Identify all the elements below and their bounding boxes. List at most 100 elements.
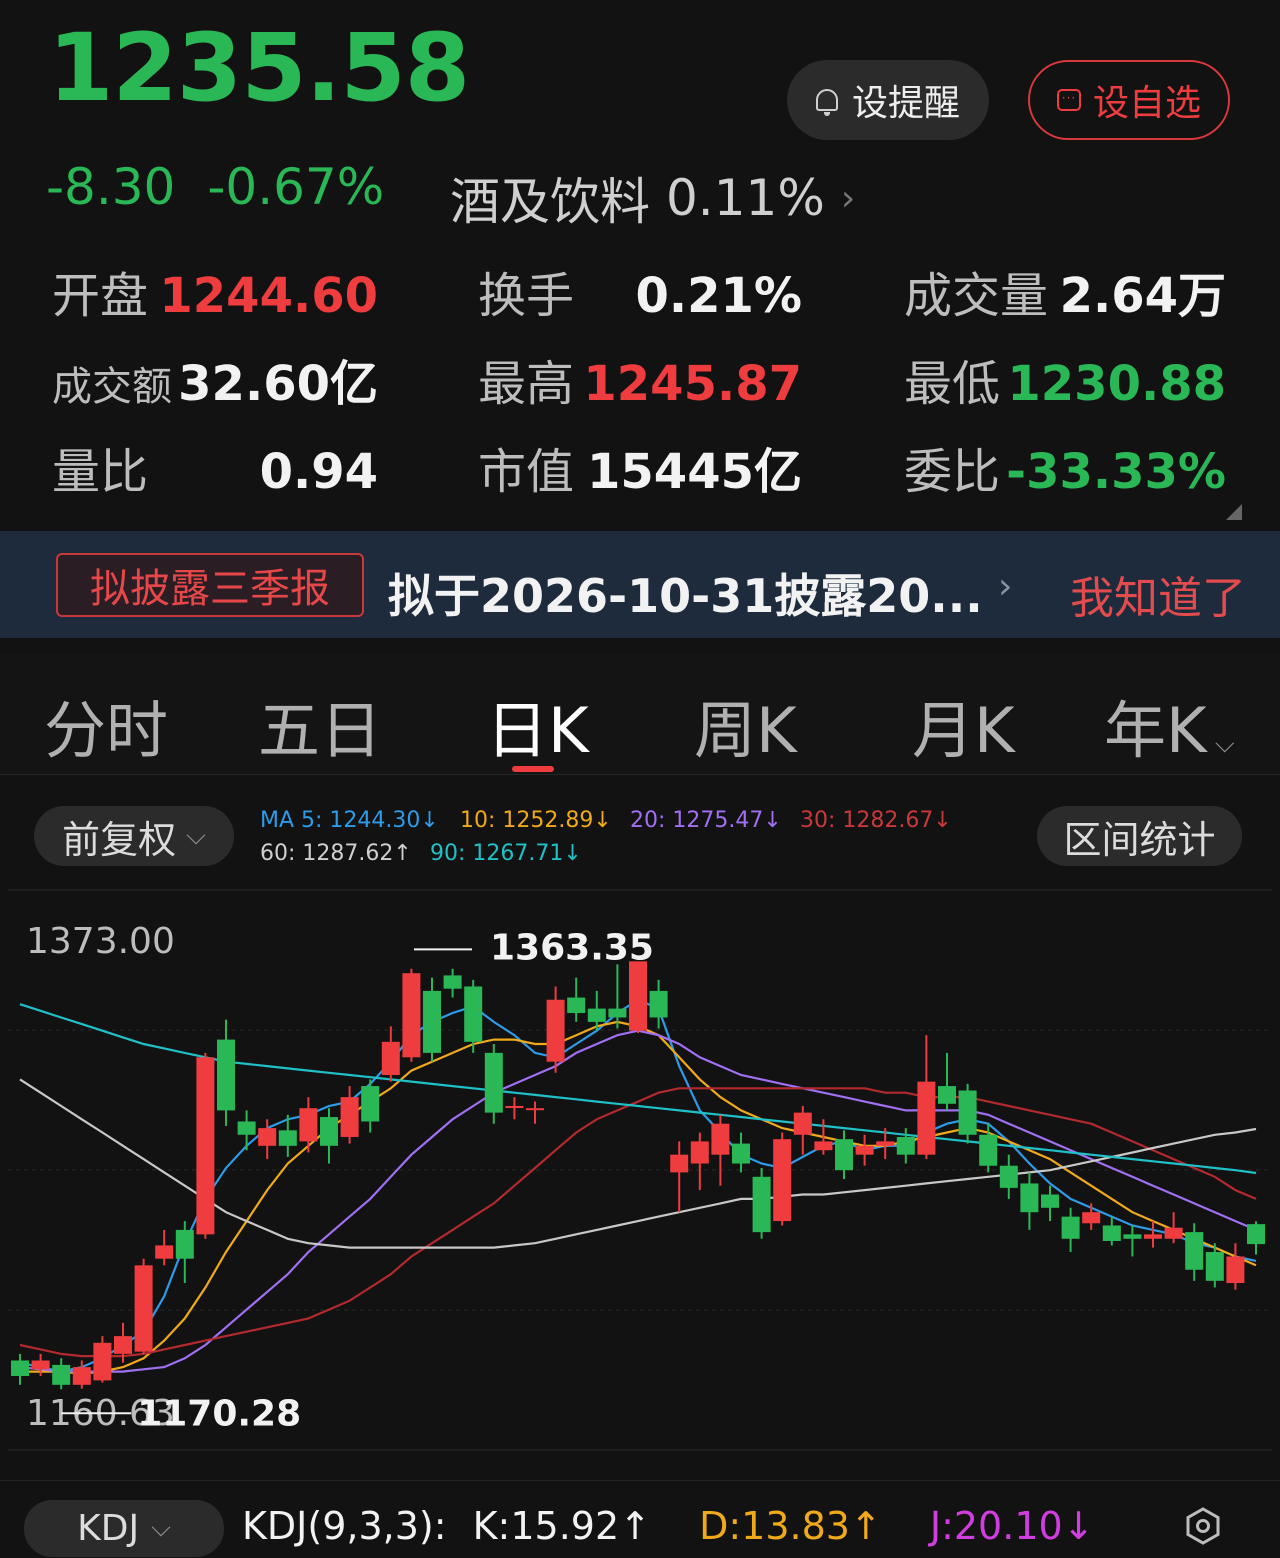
tab-weekly-k[interactable]: 周K	[694, 680, 797, 770]
candle-body	[1020, 1183, 1039, 1213]
candle	[175, 1221, 194, 1284]
candle-body	[217, 1039, 235, 1111]
watchlist-icon: ···	[1056, 89, 1081, 111]
candle-body	[938, 1086, 956, 1104]
candle-body	[72, 1367, 91, 1385]
range-stats-button[interactable]: 区间统计	[1037, 806, 1242, 866]
candle	[1102, 1216, 1121, 1246]
candle-body	[278, 1130, 297, 1146]
stat-bid-ratio: 委比 -33.33%	[904, 432, 1226, 502]
candle-body	[423, 990, 441, 1053]
candle	[1082, 1203, 1101, 1230]
stat-label: 委比	[904, 444, 1001, 500]
stat-low: 最低 1230.88	[904, 344, 1226, 414]
candle	[505, 1097, 524, 1120]
candle-body	[175, 1229, 194, 1259]
candle-body	[381, 1041, 400, 1076]
stat-amount: 成交额 32.60亿	[52, 344, 378, 414]
candle-body	[917, 1081, 936, 1155]
candle-body	[855, 1145, 874, 1155]
axis-top-label: 1373.00	[26, 921, 175, 962]
kline-chart[interactable]: 1373.00 1160.63 1363.35 1170.28	[0, 880, 1280, 1480]
candle	[752, 1167, 771, 1239]
candle	[690, 1132, 709, 1191]
candle	[443, 968, 462, 998]
candle-body	[443, 975, 462, 989]
candle-body	[155, 1245, 174, 1259]
candle-body	[732, 1143, 750, 1164]
expand-corner-icon[interactable]	[1226, 504, 1242, 520]
stat-value: 1244.60	[159, 268, 378, 324]
kdj-d: D:13.83↑	[699, 1504, 882, 1548]
candle	[835, 1130, 853, 1180]
candle-body	[114, 1336, 132, 1354]
candle-body	[670, 1154, 689, 1173]
ma90-legend: 90: 1267.71↓	[430, 841, 582, 866]
candle-body	[464, 986, 483, 1042]
stat-value: 2.64万	[1059, 268, 1226, 324]
candle	[1144, 1221, 1162, 1248]
chevron-right-icon: ›	[998, 566, 1013, 607]
active-tab-indicator	[512, 766, 554, 772]
stat-value: 1245.87	[583, 356, 802, 412]
candle-body	[361, 1086, 380, 1122]
candle	[917, 1035, 936, 1160]
dismiss-notice-button[interactable]: 我知道了	[1070, 562, 1246, 626]
candle	[1185, 1223, 1204, 1281]
stat-label: 量比	[52, 444, 149, 500]
candle	[1123, 1225, 1142, 1257]
candle	[526, 1101, 544, 1124]
tab-five-day[interactable]: 五日	[258, 680, 382, 770]
candle	[773, 1132, 792, 1226]
chevron-down-icon: ⌵	[1206, 729, 1235, 759]
candle-body	[1082, 1212, 1101, 1224]
tab-intraday[interactable]: 分时	[44, 680, 168, 770]
candle	[402, 968, 421, 1062]
set-alert-button[interactable]: 设提醒	[787, 60, 989, 140]
stat-value: 0.21%	[635, 268, 802, 324]
candle-body	[11, 1360, 29, 1376]
notice-text[interactable]: 拟于2026-10-31披露20...	[388, 560, 983, 626]
chevron-right-icon: ›	[840, 177, 856, 219]
stat-label: 市值	[478, 444, 575, 500]
add-watchlist-button[interactable]: ··· 设自选	[1028, 60, 1230, 140]
candle	[546, 986, 565, 1073]
add-watchlist-label: 设自选	[1092, 83, 1201, 124]
price-change: -8.30 -0.67%	[46, 158, 416, 216]
candle-body	[629, 961, 647, 1031]
candle	[958, 1083, 977, 1144]
candle-body	[258, 1128, 277, 1146]
candle	[134, 1258, 153, 1354]
candle-body	[1041, 1194, 1059, 1208]
stat-value: 1230.88	[1007, 356, 1226, 412]
candle	[52, 1358, 71, 1390]
settings-icon[interactable]	[1184, 1506, 1222, 1546]
candle-body	[979, 1134, 998, 1166]
candle	[711, 1114, 730, 1186]
candle-body	[1205, 1252, 1224, 1281]
tab-monthly-k[interactable]: 月K	[912, 680, 1015, 770]
candle-body	[711, 1123, 730, 1155]
candle-body	[1185, 1232, 1204, 1270]
stat-label: 成交额	[52, 364, 172, 410]
candle	[649, 979, 668, 1029]
ma60-legend: 60: 1287.62↑	[260, 841, 412, 866]
candle	[793, 1105, 812, 1155]
candle-body	[93, 1342, 112, 1381]
tab-yearly-k[interactable]: 年K ⌵	[1104, 680, 1235, 770]
candle	[1247, 1221, 1265, 1255]
candle-body	[773, 1139, 792, 1222]
candle-body	[1061, 1216, 1080, 1239]
sector-link[interactable]: 酒及饮料 0.11% ›	[450, 162, 855, 234]
tab-daily-k[interactable]: 日K	[486, 680, 589, 770]
stat-label: 最高	[478, 356, 575, 412]
candle	[629, 961, 647, 1033]
chevron-down-icon: ⌵	[151, 1513, 171, 1543]
kdj-j: J:20.10↓	[929, 1504, 1095, 1548]
candle-body	[299, 1108, 318, 1142]
indicator-dropdown[interactable]: KDJ ⌵	[24, 1500, 224, 1557]
candle	[320, 1108, 338, 1164]
candle-body	[835, 1139, 853, 1171]
candle-body	[340, 1097, 359, 1137]
price-adjust-dropdown[interactable]: 前复权 ⌵	[34, 806, 234, 866]
